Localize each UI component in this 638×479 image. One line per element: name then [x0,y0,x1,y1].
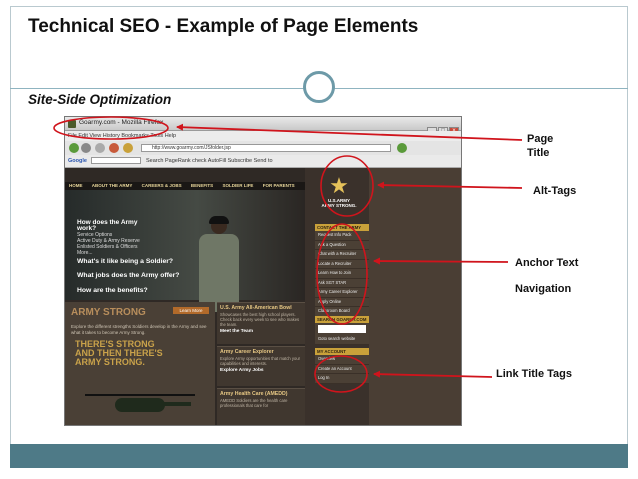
card-text: Explore Army opportunities that match yo… [220,356,301,366]
card-link[interactable]: Meet the Team [217,327,305,336]
army-website: HOME ABOUT THE ARMY CAREERS & JOBS BENEF… [65,168,461,425]
feature-card: Army Career Explorer Explore Army opport… [217,346,305,386]
contact-link[interactable]: Chat with a Recruiter [315,250,369,260]
stop-icon[interactable] [109,143,119,153]
reload-icon[interactable] [95,143,105,153]
soldier-image [195,216,243,312]
browser-titlebar: Goarmy.com - Mozilla Firefox _□× [65,117,461,136]
google-toolbar-items[interactable]: Search PageRank check AutoFill Subscribe… [146,158,273,164]
contact-header: CONTACT THE ARMY [315,224,369,231]
home-icon[interactable] [123,143,133,153]
page-title-label: Page Title [527,132,553,160]
hero-image: How does the Army work? Service Options … [65,190,305,312]
browser-navbar: http://www.goarmy.com/JSfolder.jsp [65,141,461,155]
browser-menubar[interactable]: File Edit View History Bookmarks Tools H… [65,131,461,141]
search-link[interactable]: Goto search website [315,335,369,345]
google-label: Google [68,158,87,164]
site-background [369,168,461,425]
site-right-rail: ★ U.S.ARMY ARMY STRONG. CONTACT THE ARMY… [309,168,369,425]
contact-box: CONTACT THE ARMY Request Info Pack Ask a… [315,224,369,317]
anchor-text-label: Anchor Text [515,257,579,269]
account-header: MY ACCOUNT [315,348,369,355]
nav-soldier-life[interactable]: SOLDIER LIFE [222,183,253,188]
card-heading[interactable]: Army Health Care (AMEDD) [217,389,305,398]
army-logo[interactable]: ★ U.S.ARMY ARMY STRONG. [319,174,359,214]
contact-link[interactable]: Apply Online [315,298,369,307]
alt-tags-label: Alt-Tags [533,185,577,197]
search-box: SEARCH GOARMY.COM Goto search website [315,316,369,345]
account-link[interactable]: Overview [315,355,369,365]
promo-slogan: THERE'S STRONG AND THEN THERE'S ARMY STR… [75,340,163,367]
browser-screenshot: Goarmy.com - Mozilla Firefox _□× File Ed… [64,116,462,426]
card-link[interactable]: Explore Army Jobs [217,366,305,375]
nav-home[interactable]: HOME [69,183,83,188]
account-box: MY ACCOUNT Overview Create an Account Lo… [315,348,369,384]
feature-card: Army Health Care (AMEDD) AMEDD Soldiers … [217,388,305,425]
army-work-box: How does the Army work? Service Options … [77,219,157,256]
slogan-line: ARMY STRONG. [75,357,145,367]
site-main-column: HOME ABOUT THE ARMY CAREERS & JOBS BENEF… [65,168,305,425]
slide-subtitle: Site-Side Optimization [28,92,172,107]
feature-cards: U.S. Army All-American Bowl Showcases th… [217,302,305,425]
go-icon[interactable] [397,143,407,153]
label-line: Page [527,133,554,145]
card-text: Showcases the best high school players. … [220,312,300,327]
search-header: SEARCH GOARMY.COM [315,316,369,323]
contact-link[interactable]: Learn How to Join [315,269,369,279]
contact-link[interactable]: Ask SGT STAR [315,279,369,288]
card-heading[interactable]: Army Career Explorer [217,347,305,356]
contact-link[interactable]: Request Info Pack [315,231,369,241]
card-heading[interactable]: U.S. Army All-American Bowl [217,303,305,312]
link-title-tags-label: Link Title Tags [496,368,572,380]
contact-link[interactable]: Ask a Question [315,241,369,250]
back-icon[interactable] [69,143,79,153]
account-link[interactable]: Create an Account [315,365,369,374]
nav-parents[interactable]: FOR PARENTS [263,183,295,188]
slide-title: Technical SEO - Example of Page Elements [28,16,419,37]
card-text: AMEDD Soldiers are the health care profe… [220,398,288,408]
nav-benefits[interactable]: BENEFITS [191,183,213,188]
google-toolbar: Google Search PageRank check AutoFill Su… [65,155,461,168]
army-star-icon: ★ [329,173,349,198]
logo-slogan: ARMY STRONG. [321,203,357,208]
learn-more-button[interactable]: Learn More [173,307,209,314]
decorative-ring-icon [303,71,335,103]
question-link[interactable]: What's it like being a Soldier? [77,258,173,265]
browser-window-title: Goarmy.com - Mozilla Firefox [79,119,164,126]
google-search-input[interactable] [91,157,142,165]
navigation-label: Navigation [515,283,572,295]
question-link[interactable]: What jobs does the Army offer? [77,272,179,279]
question-link[interactable]: How are the benefits? [77,287,148,294]
account-link[interactable]: Log In [315,374,369,384]
site-top-nav: HOME ABOUT THE ARMY CAREERS & JOBS BENEF… [65,182,305,190]
site-search-input[interactable] [318,325,366,333]
nav-careers[interactable]: CAREERS & JOBS [142,183,182,188]
army-work-heading: How does the Army work? [77,219,138,232]
work-link[interactable]: More... [77,250,157,256]
label-line: Title [527,147,550,159]
feature-card: U.S. Army All-American Bowl Showcases th… [217,302,305,344]
promo-heading: ARMY STRONG [71,307,146,318]
army-strong-promo: ARMY STRONG Learn More Explore the diffe… [65,302,215,425]
helicopter-image [85,388,195,418]
contact-link[interactable]: Army Career Explorer [315,288,369,298]
forward-icon[interactable] [81,143,91,153]
slide: Technical SEO - Example of Page Elements… [0,0,638,479]
url-field[interactable]: http://www.goarmy.com/JSfolder.jsp [141,144,391,152]
footer-band [10,444,628,468]
nav-about[interactable]: ABOUT THE ARMY [92,183,133,188]
contact-link[interactable]: Locate a Recruiter [315,260,369,269]
favicon-icon [68,120,76,128]
promo-text: Explore the different strengths Soldiers… [71,324,207,335]
